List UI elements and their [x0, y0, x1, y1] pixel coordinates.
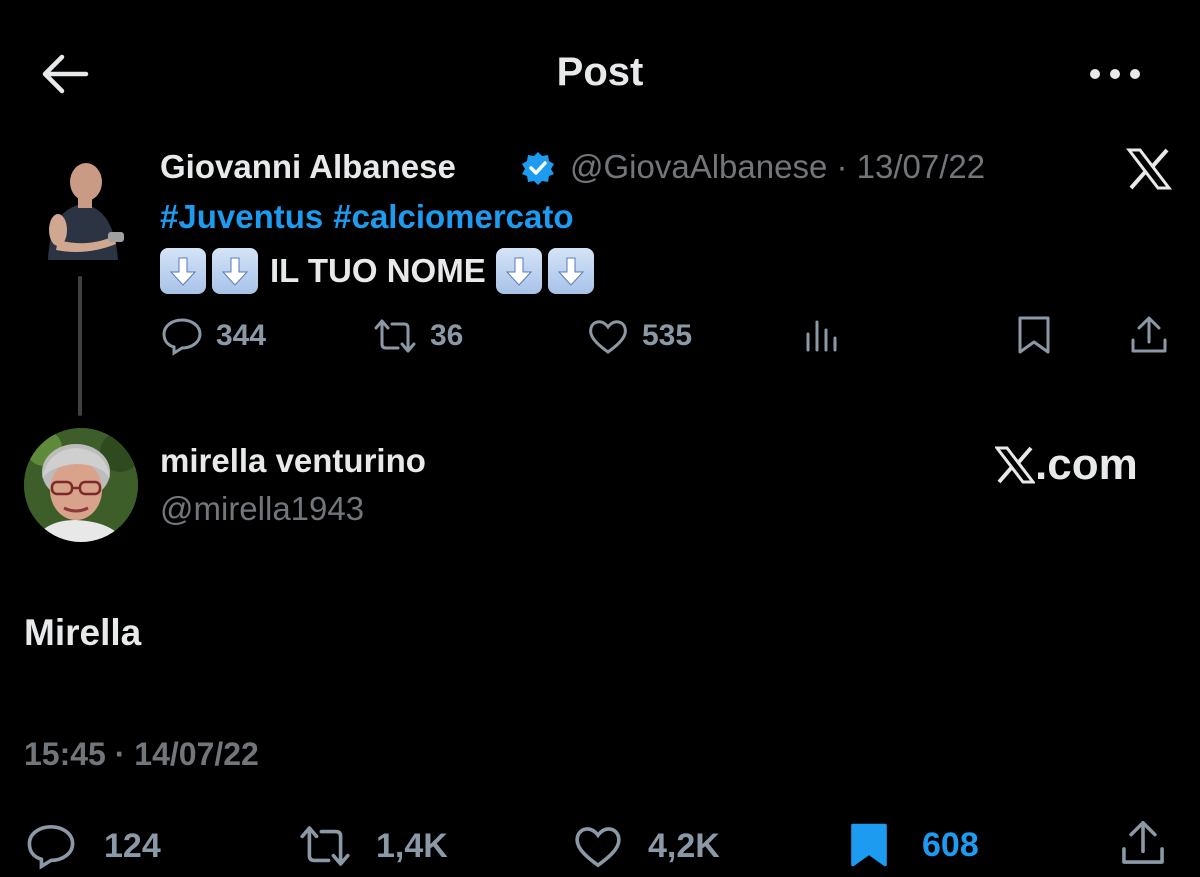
more-horizontal-icon [1090, 69, 1140, 79]
more-button[interactable] [1085, 62, 1145, 86]
reply-icon [162, 318, 202, 356]
repost-button[interactable]: 1,4K [296, 822, 448, 870]
down-arrow-emoji [212, 248, 258, 294]
x-logo-icon [995, 446, 1035, 484]
share-icon [1122, 820, 1164, 864]
down-arrow-emoji [160, 248, 206, 294]
author-handle[interactable]: @GiovaAlbanese [570, 148, 827, 185]
views-button[interactable] [802, 316, 854, 356]
bookmark-icon [1018, 316, 1050, 354]
post-text-body: IL TUO NOME [270, 252, 486, 289]
reply-button[interactable]: 124 [24, 822, 161, 870]
author-handle-date[interactable]: @GiovaAlbanese · 13/07/22 [570, 148, 985, 186]
repost-button[interactable]: 36 [372, 316, 463, 356]
down-arrow-emoji [547, 248, 594, 294]
like-count: 535 [642, 319, 693, 352]
watermark-text: .com [1035, 440, 1138, 489]
hashtag-link[interactable]: #Juventus [160, 198, 323, 235]
reply-count: 344 [216, 319, 267, 352]
down-arrow-emoji [495, 248, 542, 294]
bookmark-filled-icon [851, 823, 887, 867]
analytics-icon [806, 320, 837, 352]
like-button[interactable]: 535 [586, 316, 692, 356]
reply-button[interactable]: 344 [160, 316, 266, 356]
repost-count: 1,4K [376, 826, 448, 865]
author-name[interactable]: mirella venturino [160, 442, 426, 480]
avatar-photo [38, 160, 126, 260]
heart-icon [575, 827, 621, 868]
x-logo-icon [1125, 148, 1173, 190]
heart-icon [589, 320, 627, 354]
bookmark-button[interactable] [1014, 314, 1066, 356]
like-count: 4,2K [648, 826, 720, 865]
share-button[interactable] [1118, 818, 1180, 868]
bookmark-count: 608 [922, 825, 979, 864]
author-name[interactable]: Giovanni Albanese [160, 148, 456, 186]
reply-count: 124 [104, 826, 161, 865]
post-text: Mirella [24, 612, 142, 653]
avatar[interactable] [24, 428, 138, 542]
reply-icon [27, 824, 75, 870]
author-handle[interactable]: @mirella1943 [160, 490, 364, 528]
watermark: .com [995, 440, 1138, 490]
hashtags: #Juventus #calciomercato [160, 198, 584, 236]
post-text: IL TUO NOME [160, 248, 600, 294]
page-title: Post [556, 50, 644, 94]
repost-icon [374, 319, 416, 353]
like-button[interactable]: 4,2K [570, 822, 720, 870]
share-button[interactable] [1128, 314, 1182, 356]
share-icon [1131, 316, 1167, 353]
avatar-photo [24, 428, 138, 542]
verified-badge-icon [520, 150, 556, 186]
thread-line [78, 276, 82, 416]
repost-icon [300, 826, 350, 866]
separator: · [836, 148, 848, 185]
post-date[interactable]: 13/07/22 [857, 148, 985, 185]
hashtag-link[interactable]: #calciomercato [333, 198, 573, 235]
avatar[interactable] [38, 160, 126, 260]
bookmark-button[interactable]: 608 [846, 818, 979, 872]
post-timestamp[interactable]: 15:45 · 14/07/22 [24, 736, 259, 773]
repost-count: 36 [430, 319, 464, 352]
